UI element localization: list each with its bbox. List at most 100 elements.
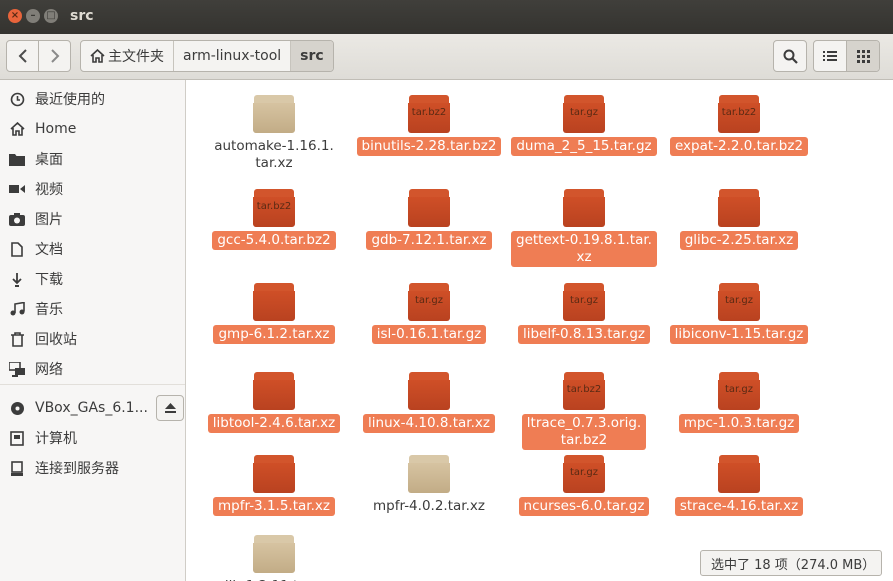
archive-icon xyxy=(253,455,295,493)
file-name: zlib-1.2.11.tar.xz xyxy=(213,577,336,581)
archive-type-label: tar.gz xyxy=(724,295,754,306)
archive-body xyxy=(253,291,295,321)
file-item[interactable]: zlib-1.2.11.tar.xz xyxy=(194,535,354,581)
file-item[interactable]: glibc-2.25.tar.xz xyxy=(659,189,819,250)
list-view-button[interactable] xyxy=(814,41,846,71)
archive-type-label: tar.gz xyxy=(724,384,754,395)
file-name: gmp-6.1.2.tar.xz xyxy=(213,325,335,344)
file-item[interactable]: tar.bz2 expat-2.2.0.tar.bz2 xyxy=(659,95,819,156)
sidebar-item-connect-server[interactable]: 连接到服务器 xyxy=(0,453,185,483)
file-name: strace-4.16.tar.xz xyxy=(674,497,804,516)
file-name: binutils-2.28.tar.bz2 xyxy=(356,137,502,156)
file-item[interactable]: tar.gz libiconv-1.15.tar.gz xyxy=(659,283,819,344)
grid-view-button[interactable] xyxy=(846,41,879,71)
file-item[interactable]: linux-4.10.8.tar.xz xyxy=(349,372,509,433)
archive-body xyxy=(408,380,450,410)
eject-button[interactable] xyxy=(156,395,184,421)
file-item[interactable]: automake-1.16.1. tar.xz xyxy=(194,95,354,173)
sidebar-item-recent[interactable]: 最近使用的 xyxy=(0,84,185,114)
file-item[interactable]: gdb-7.12.1.tar.xz xyxy=(349,189,509,250)
trash-icon xyxy=(9,331,25,347)
sidebar-item-pictures[interactable]: 图片 xyxy=(0,204,185,234)
eject-icon xyxy=(164,403,176,413)
forward-button[interactable] xyxy=(38,41,70,71)
breadcrumb-home[interactable]: 主文件夹 xyxy=(81,41,173,71)
archive-icon xyxy=(408,189,450,227)
chevron-left-icon xyxy=(18,49,27,63)
file-name: glibc-2.25.tar.xz xyxy=(679,231,799,250)
video-icon xyxy=(9,181,25,197)
file-name: gcc-5.4.0.tar.bz2 xyxy=(212,231,336,250)
archive-body xyxy=(408,197,450,227)
camera-icon xyxy=(9,211,25,227)
file-item[interactable]: tar.bz2 gcc-5.4.0.tar.bz2 xyxy=(194,189,354,250)
file-item[interactable]: tar.bz2 ltrace_0.7.3.orig. tar.bz2 xyxy=(504,372,664,450)
sidebar-item-trash[interactable]: 回收站 xyxy=(0,324,185,354)
close-window-button[interactable]: × xyxy=(8,9,22,23)
navigation-group xyxy=(6,40,71,72)
file-name: linux-4.10.8.tar.xz xyxy=(363,414,495,433)
archive-icon xyxy=(718,189,760,227)
archive-type-label: tar.gz xyxy=(414,295,444,306)
breadcrumb-src[interactable]: src xyxy=(290,41,333,71)
network-icon xyxy=(9,361,25,377)
home-icon xyxy=(9,121,25,137)
breadcrumb-arm-linux-tool[interactable]: arm-linux-tool xyxy=(173,41,290,71)
archive-type-label: tar.gz xyxy=(569,107,599,118)
archive-body xyxy=(718,463,760,493)
sidebar-item-label: 桌面 xyxy=(35,152,63,168)
file-name: mpfr-3.1.5.tar.xz xyxy=(213,497,335,516)
archive-type-label: tar.bz2 xyxy=(411,107,447,118)
minimize-window-button[interactable]: – xyxy=(26,9,40,23)
file-item[interactable]: strace-4.16.tar.xz xyxy=(659,455,819,516)
file-item[interactable]: tar.gz mpc-1.0.3.tar.gz xyxy=(659,372,819,433)
file-item[interactable]: tar.bz2 binutils-2.28.tar.bz2 xyxy=(349,95,509,156)
sidebar-item-label: 网络 xyxy=(35,362,63,378)
computer-icon xyxy=(9,430,25,446)
chevron-right-icon xyxy=(50,49,59,63)
sidebar-item-label: 计算机 xyxy=(35,431,77,447)
sidebar-item-downloads[interactable]: 下载 xyxy=(0,264,185,294)
window-title: src xyxy=(70,8,94,24)
sidebar-item-label: 最近使用的 xyxy=(35,92,105,108)
sidebar-item-computer[interactable]: 计算机 xyxy=(0,423,185,453)
sidebar-item-music[interactable]: 音乐 xyxy=(0,294,185,324)
sidebar-item-network[interactable]: 网络 xyxy=(0,354,185,384)
toolbar: 主文件夹 arm-linux-tool src xyxy=(0,34,893,80)
sidebar: 最近使用的 Home 桌面 视频 图片 文档 下载 音乐 回收站 网络 VBox… xyxy=(0,80,186,581)
archive-type-label: tar.bz2 xyxy=(721,107,757,118)
sidebar-item-videos[interactable]: 视频 xyxy=(0,174,185,204)
clock-icon xyxy=(9,91,25,107)
search-button[interactable] xyxy=(773,40,807,72)
file-item[interactable]: tar.gz libelf-0.8.13.tar.gz xyxy=(504,283,664,344)
archive-icon: tar.gz xyxy=(563,455,605,493)
sidebar-item-label: 文档 xyxy=(35,242,63,258)
file-item[interactable]: tar.gz ncurses-6.0.tar.gz xyxy=(504,455,664,516)
archive-body xyxy=(253,380,295,410)
breadcrumb-label: 主文件夹 xyxy=(108,49,164,65)
folder-icon xyxy=(9,151,25,167)
file-item[interactable]: gmp-6.1.2.tar.xz xyxy=(194,283,354,344)
file-item[interactable]: tar.gz isl-0.16.1.tar.gz xyxy=(349,283,509,344)
sidebar-item-desktop[interactable]: 桌面 xyxy=(0,144,185,174)
file-item[interactable]: tar.gz duma_2_5_15.tar.gz xyxy=(504,95,664,156)
file-item[interactable]: mpfr-4.0.2.tar.xz xyxy=(349,455,509,516)
archive-icon xyxy=(563,189,605,227)
sidebar-item-label: Home xyxy=(35,121,77,137)
maximize-window-button[interactable]: □ xyxy=(44,9,58,23)
archive-type-label: tar.gz xyxy=(569,295,599,306)
archive-body xyxy=(563,197,605,227)
file-item[interactable]: gettext-0.19.8.1.tar. xz xyxy=(504,189,664,267)
file-item[interactable]: mpfr-3.1.5.tar.xz xyxy=(194,455,354,516)
archive-body xyxy=(253,543,295,573)
sidebar-item-label: 图片 xyxy=(35,212,63,228)
archive-icon xyxy=(718,455,760,493)
breadcrumb-label: arm-linux-tool xyxy=(183,48,282,64)
file-item[interactable]: libtool-2.4.6.tar.xz xyxy=(194,372,354,433)
back-button[interactable] xyxy=(7,41,38,71)
server-icon xyxy=(9,460,25,476)
archive-icon xyxy=(408,372,450,410)
title-bar: × – □ src xyxy=(0,0,893,34)
sidebar-item-home[interactable]: Home xyxy=(0,114,185,144)
sidebar-item-documents[interactable]: 文档 xyxy=(0,234,185,264)
